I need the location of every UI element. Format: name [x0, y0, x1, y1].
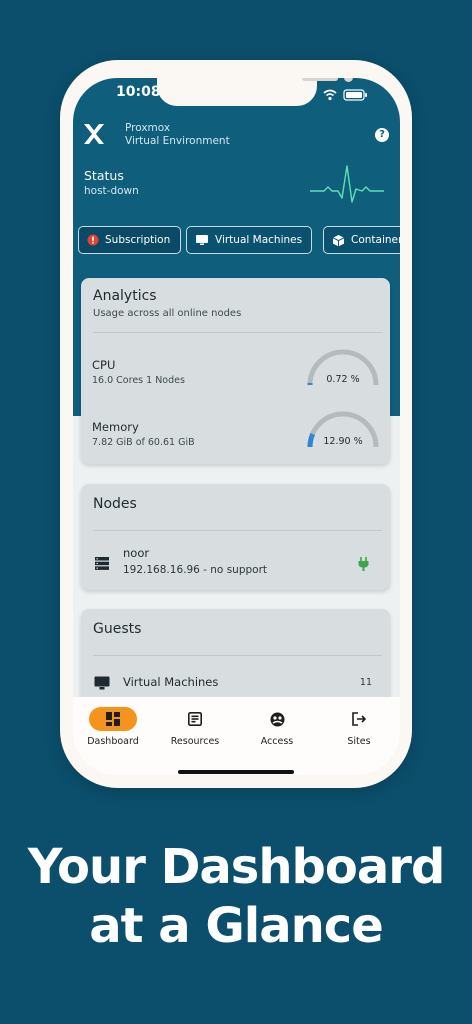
chip-containers-label: Containers [351, 234, 400, 246]
logout-icon [335, 707, 383, 731]
chip-subscription-label: Subscription [105, 234, 171, 246]
speaker [302, 78, 338, 81]
analytics-card: Analytics Usage across all online nodes … [81, 278, 390, 464]
battery-icon [343, 89, 367, 101]
nav-access-label: Access [260, 736, 294, 747]
cpu-value: 0.72 % [326, 374, 360, 385]
memory-detail: 7.82 GiB of 60.61 GiB [92, 437, 195, 448]
headline-line-2: at a Glance [89, 898, 384, 954]
bottom-navigation: Dashboard Resources Access Sites [73, 697, 400, 775]
brand-text: Proxmox Virtual Environment [125, 122, 230, 148]
access-icon [253, 707, 301, 731]
nav-access[interactable]: Access [237, 707, 317, 747]
brand-line-2: Virtual Environment [125, 135, 230, 147]
help-icon[interactable]: ? [375, 128, 389, 142]
guest-row-vms[interactable]: Virtual Machines 11 [81, 667, 390, 697]
guests-divider [93, 655, 382, 656]
nav-sites[interactable]: Sites [319, 707, 399, 747]
nodes-divider [93, 530, 382, 531]
chip-vm-label: Virtual Machines [215, 234, 303, 246]
nodes-title: Nodes [93, 496, 137, 512]
resources-icon [171, 707, 219, 731]
status-icons [322, 86, 370, 105]
nav-dashboard[interactable]: Dashboard [73, 707, 153, 747]
cpu-detail: 16.0 Cores 1 Nodes [92, 375, 185, 386]
chip-subscription[interactable]: Subscription [78, 226, 181, 254]
box-icon [332, 234, 345, 247]
error-icon [87, 234, 99, 246]
nav-resources[interactable]: Resources [155, 707, 235, 747]
node-row[interactable]: noor 192.168.16.96 - no support [81, 540, 390, 586]
marketing-headline: Your Dashboard at a Glance [0, 838, 472, 956]
app-screen: 10:08 Proxmox Virtual Environment ? Stat… [73, 78, 400, 775]
cpu-label: CPU [92, 358, 116, 372]
analytics-title: Analytics [93, 288, 157, 304]
server-icon [95, 555, 109, 574]
nav-sites-label: Sites [347, 736, 371, 747]
chip-containers[interactable]: Containers [323, 226, 400, 254]
phone-notch [157, 78, 353, 106]
monitor-icon [195, 234, 209, 246]
home-indicator [178, 770, 294, 774]
plug-icon [358, 556, 369, 575]
chip-virtual-machines[interactable]: Virtual Machines [186, 226, 312, 254]
monitor-icon [94, 675, 110, 694]
node-name: noor [123, 546, 150, 560]
headline-line-1: Your Dashboard [27, 839, 446, 895]
memory-label: Memory [92, 420, 139, 434]
guest-vm-label: Virtual Machines [123, 675, 219, 689]
dashboard-icon [89, 707, 137, 731]
nav-dashboard-label: Dashboard [87, 736, 139, 747]
wifi-icon [323, 89, 337, 101]
status-value: host-down [84, 185, 139, 197]
node-detail: 192.168.16.96 - no support [123, 564, 268, 576]
analytics-subtitle: Usage across all online nodes [93, 308, 242, 319]
nodes-card: Nodes noor 192.168.16.96 - no support [81, 484, 390, 590]
guest-vm-count: 11 [359, 677, 372, 688]
status-time: 10:08 [116, 84, 161, 100]
status-title: Status [84, 168, 124, 183]
proxmox-logo-icon [81, 122, 107, 150]
heartbeat-icon [310, 164, 384, 208]
analytics-divider [93, 332, 382, 333]
brand-line-1: Proxmox [125, 122, 171, 134]
nav-resources-label: Resources [170, 736, 220, 747]
memory-value: 12.90 % [323, 436, 363, 447]
guests-title: Guests [93, 621, 142, 637]
